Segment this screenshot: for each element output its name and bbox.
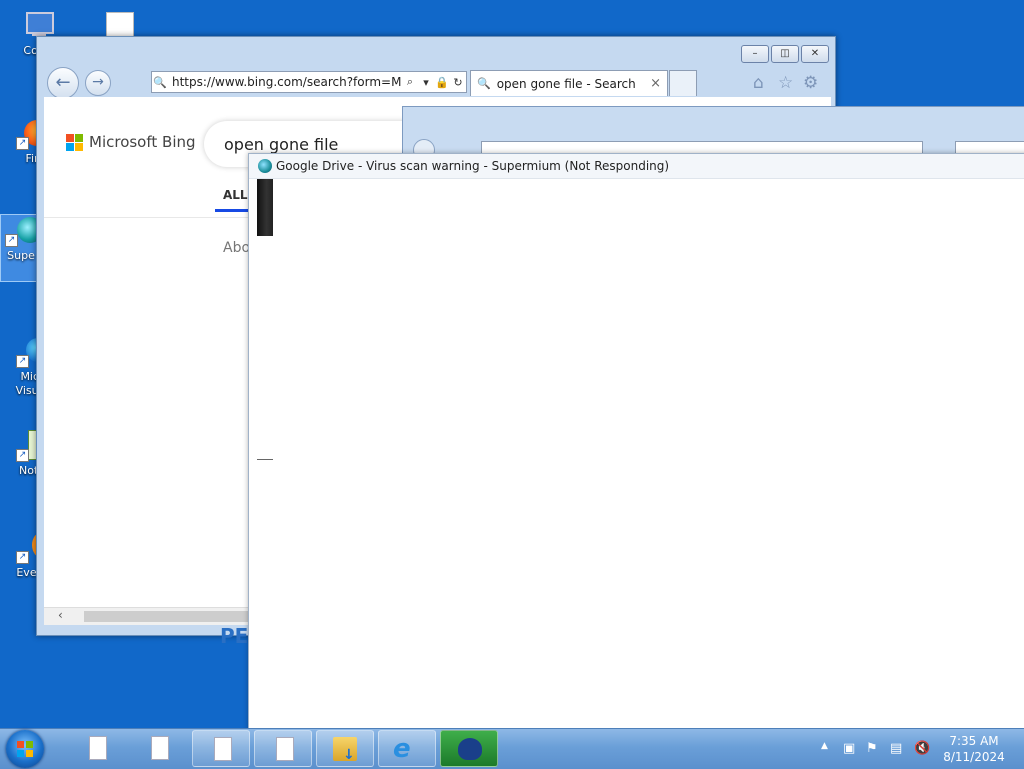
clock-date: 8/11/2024 (943, 750, 1005, 764)
tab-title: open gone file - Search (496, 76, 636, 91)
search-icon: 🔍 (477, 77, 491, 90)
taskbar-button-ie[interactable]: e (378, 730, 436, 767)
address-bar[interactable]: 🔍 https://www.bing.com/search?form=MO ⌕ … (151, 71, 467, 93)
bing-logo-text: Microsoft Bing (89, 133, 196, 151)
taskbar-button-explorer[interactable]: ↓ (316, 730, 374, 767)
nav-all[interactable]: ALL (223, 188, 248, 202)
caption-buttons: – ◫ ✕ (741, 45, 829, 63)
start-button[interactable] (6, 730, 44, 768)
malwarebytes-icon (458, 738, 482, 760)
clock-time: 7:35 AM (949, 734, 999, 748)
search-icon: 🔍 (153, 75, 167, 89)
search-query[interactable]: open gone file (224, 135, 338, 154)
gear-icon[interactable]: ⚙ (803, 73, 818, 93)
forward-button[interactable]: → (85, 70, 111, 96)
taskbar-button-file-4[interactable] (254, 730, 312, 767)
file-icon (276, 737, 294, 761)
file-icon (89, 736, 107, 760)
address-text[interactable]: https://www.bing.com/search?form=MO (168, 75, 402, 89)
back-button[interactable]: ← (47, 67, 79, 99)
scroll-left-icon[interactable]: ‹ (58, 608, 63, 622)
taskbar-button-malwarebytes[interactable] (440, 730, 498, 767)
close-button[interactable]: ✕ (801, 45, 829, 63)
action-center-flag-icon[interactable]: ⚑ (866, 741, 878, 756)
taskbar: ↓ e ▲ ▣ ⚑ ▤ 🔇 7:35 AM 8/11/2024 (0, 728, 1024, 769)
taskbar-button-file-1[interactable] (68, 730, 126, 767)
new-tab-button[interactable] (669, 70, 697, 96)
lock-icon[interactable]: 🔒 (434, 76, 450, 89)
frozen-content-line (257, 459, 273, 460)
minimize-button[interactable]: – (741, 45, 769, 63)
ie-icon: e (393, 734, 411, 764)
file-icon (214, 737, 232, 761)
shortcut-arrow-icon: ↗ (16, 551, 29, 564)
windows-logo-icon (17, 741, 33, 757)
result-heading[interactable]: PE (220, 624, 248, 648)
restore-button[interactable]: ◫ (771, 45, 799, 63)
supermium-window[interactable]: Google Drive - Virus scan warning - Supe… (248, 153, 1024, 735)
shortcut-arrow-icon: ↗ (16, 355, 29, 368)
windows-update-icon[interactable]: ▣ (843, 741, 855, 756)
window-title: Google Drive - Virus scan warning - Supe… (276, 159, 670, 173)
shortcut-arrow-icon: ↗ (5, 234, 18, 247)
chevron-down-icon[interactable]: ▾ (418, 76, 434, 89)
favorites-star-icon[interactable]: ☆ (778, 73, 793, 93)
bing-logo[interactable]: Microsoft Bing (66, 133, 196, 151)
supermium-icon: ↗ (5, 215, 43, 247)
clock[interactable]: 7:35 AM 8/11/2024 (940, 733, 1008, 765)
arrow-left-icon: ← (55, 72, 71, 93)
taskbar-button-file-3[interactable] (192, 730, 250, 767)
desktop-icon-label: Supe (7, 249, 35, 262)
network-icon[interactable]: ▤ (890, 741, 902, 756)
volume-muted-icon[interactable]: 🔇 (914, 741, 930, 756)
microsoft-logo-icon (66, 133, 83, 151)
title-bar[interactable]: Google Drive - Virus scan warning - Supe… (249, 154, 1024, 179)
tab-search[interactable]: 🔍 open gone file - Search × (470, 70, 668, 96)
supermium-icon (258, 159, 272, 173)
shortcut-arrow-icon: ↗ (16, 137, 29, 150)
file-icon (151, 736, 169, 760)
shortcut-arrow-icon: ↗ (16, 449, 29, 462)
refresh-icon[interactable]: ↻ (450, 76, 466, 89)
arrow-right-icon: → (92, 74, 104, 90)
results-about-text: Abo (223, 240, 251, 256)
frozen-content-strip (257, 179, 273, 236)
home-icon[interactable]: ⌂ (753, 73, 764, 93)
taskbar-button-file-2[interactable] (130, 730, 188, 767)
tab-close-button[interactable]: × (650, 76, 661, 91)
tray-expand-button[interactable]: ▲ (821, 741, 828, 751)
search-dropdown-icon[interactable]: ⌕ (402, 75, 418, 89)
